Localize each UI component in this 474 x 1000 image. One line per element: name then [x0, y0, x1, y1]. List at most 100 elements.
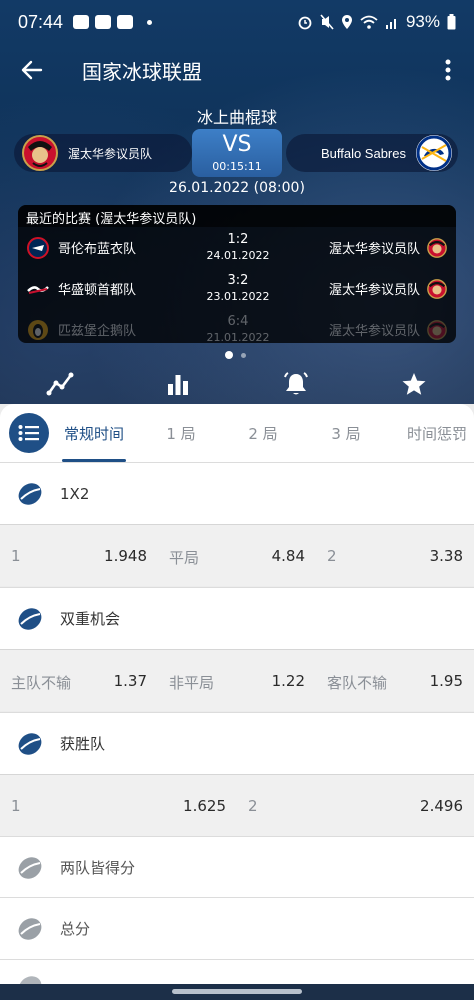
odds-label[interactable]: 2: [248, 797, 258, 815]
opponent-name: 渥太华参议员队: [328, 242, 420, 257]
app-bar: 国家冰球联盟: [0, 48, 474, 92]
team-name: 匹兹堡企鹅队: [58, 324, 137, 339]
senators-logo-icon: [427, 319, 447, 340]
odds-value[interactable]: 4.84: [272, 547, 305, 565]
market-header[interactable]: 双重机会: [0, 587, 474, 649]
back-button[interactable]: [10, 48, 54, 92]
odds-label[interactable]: 主队不输: [11, 672, 71, 693]
more-options-button[interactable]: [436, 50, 460, 90]
market-title: 总分: [60, 920, 91, 938]
tab-period-1[interactable]: 1 局: [152, 404, 210, 462]
vs-label: VS: [222, 132, 252, 157]
market-header[interactable]: 总分: [0, 897, 474, 959]
carousel-dot: [241, 352, 246, 358]
team-name: 哥伦布蓝衣队: [58, 242, 137, 257]
youtube-icon: [117, 15, 134, 29]
odds-label[interactable]: 1: [11, 797, 21, 815]
tab-period-3[interactable]: 3 局: [317, 404, 375, 462]
match-date: 21.01.2022: [206, 331, 270, 343]
penguins-logo-icon: [28, 319, 48, 340]
market-header[interactable]: 1X2: [0, 462, 474, 524]
market-1x2: 1X2 1 1.948 平局 4.84 2 3.38: [0, 462, 474, 586]
odds-row: 1 1.625 2 2.496: [0, 774, 474, 836]
status-bar: 07:44 93%: [0, 0, 474, 44]
odds-label[interactable]: 客队不输: [327, 672, 387, 693]
match-header: 07:44 93% 国家冰球联盟 冰上曲棍球 渥太华参议员队 VS 00:15:…: [0, 0, 474, 404]
opponent-name: 渥太华参议员队: [328, 283, 420, 298]
stats-trend-button[interactable]: [44, 368, 76, 400]
market-list-button[interactable]: [9, 413, 49, 453]
match-score: 3:2: [227, 273, 249, 288]
market-both-score: 两队皆得分: [0, 836, 474, 898]
odds-value[interactable]: 3.38: [430, 547, 463, 565]
senators-logo-icon: [427, 237, 447, 258]
list-icon: [18, 425, 39, 441]
bar-chart-icon: [168, 375, 188, 395]
tab-penalty-time[interactable]: 时间惩罚: [400, 404, 474, 462]
match-clock: 00:15:11: [212, 160, 262, 173]
home-gesture-handle[interactable]: [172, 989, 302, 994]
hockey-puck-icon: [18, 732, 42, 755]
odds-value[interactable]: 1.22: [272, 672, 305, 690]
recent-match-row[interactable]: 匹兹堡企鹅队 6:4 21.01.2022 渥太华参议员队: [18, 309, 456, 343]
away-team[interactable]: Buffalo Sabres: [286, 134, 458, 172]
mute-icon: [320, 14, 334, 30]
more-notifications-icon: [147, 19, 153, 25]
market-header[interactable]: 获胜队: [0, 712, 474, 774]
stats-bars-button[interactable]: [162, 368, 194, 400]
location-icon: [341, 15, 352, 29]
market-total: 总分: [0, 897, 474, 959]
odds-value[interactable]: 2.496: [420, 797, 463, 815]
match-date: 26.01.2022 (08:00): [169, 180, 305, 196]
hockey-puck-icon: [18, 917, 42, 940]
odds-label[interactable]: 平局: [169, 547, 199, 568]
status-time: 07:44: [18, 11, 64, 32]
home-team[interactable]: 渥太华参议员队: [14, 134, 192, 172]
tab-regular-time[interactable]: 常规时间: [62, 404, 126, 462]
sport-label: 冰上曲棍球: [196, 108, 277, 127]
market-winner: 获胜队 1 1.625 2 2.496: [0, 712, 474, 836]
odds-value[interactable]: 1.95: [430, 672, 463, 690]
market-title: 获胜队: [60, 735, 106, 753]
recent-matches-card[interactable]: 最近的比赛 (渥太华参议员队) 哥伦布蓝衣队 1:2 24.01.2022 渥太…: [18, 205, 456, 343]
bell-alert-icon: [284, 372, 308, 395]
odds-label[interactable]: 2: [327, 547, 337, 565]
battery-percent: 93%: [405, 12, 440, 31]
star-icon: [402, 373, 426, 395]
match-score: 6:4: [227, 314, 249, 329]
blue-jackets-logo-icon: [27, 236, 49, 259]
odds-value[interactable]: 1.948: [104, 547, 147, 565]
market-title: 双重机会: [60, 610, 121, 628]
more-vertical-icon: [445, 59, 451, 81]
page-title: 国家冰球联盟: [82, 59, 202, 84]
home-team-name: 渥太华参议员队: [68, 146, 153, 161]
favorite-button[interactable]: [398, 368, 430, 400]
system-nav-bar: [0, 984, 474, 1000]
odds-value[interactable]: 1.625: [183, 797, 226, 815]
odds-label[interactable]: 非平局: [169, 672, 214, 693]
period-tabs: 常规时间 1 局 2 局 3 局 时间惩罚: [0, 404, 474, 462]
hockey-puck-icon: [18, 482, 42, 505]
recent-matches-title: 最近的比赛 (渥太华参议员队): [18, 205, 456, 227]
notification-icon: [95, 15, 112, 29]
tab-period-2[interactable]: 2 局: [234, 404, 292, 462]
odds-row: 主队不输 1.37 非平局 1.22 客队不输 1.95: [0, 649, 474, 711]
carousel-dot-active: [225, 351, 233, 359]
opponent-name: 渥太华参议员队: [328, 324, 420, 339]
recent-match-row[interactable]: 哥伦布蓝衣队 1:2 24.01.2022 渥太华参议员队: [18, 227, 456, 268]
market-title: 1X2: [60, 484, 90, 503]
battery-icon: [447, 14, 456, 30]
odds-value[interactable]: 1.37: [114, 672, 147, 690]
notifications-button[interactable]: [280, 368, 312, 400]
sabres-logo-icon: [416, 135, 452, 171]
signal-icon: [385, 19, 396, 29]
alarm-icon: [298, 16, 312, 30]
recent-match-row[interactable]: 华盛顿首都队 3:2 23.01.2022 渥太华参议员队: [18, 268, 456, 309]
hockey-puck-icon: [18, 856, 42, 879]
wifi-icon: [360, 15, 378, 29]
notification-icon: [73, 15, 90, 29]
market-header[interactable]: 两队皆得分: [0, 836, 474, 898]
senators-logo-icon: [22, 135, 58, 171]
odds-label[interactable]: 1: [11, 547, 21, 565]
match-date: 23.01.2022: [206, 290, 270, 303]
